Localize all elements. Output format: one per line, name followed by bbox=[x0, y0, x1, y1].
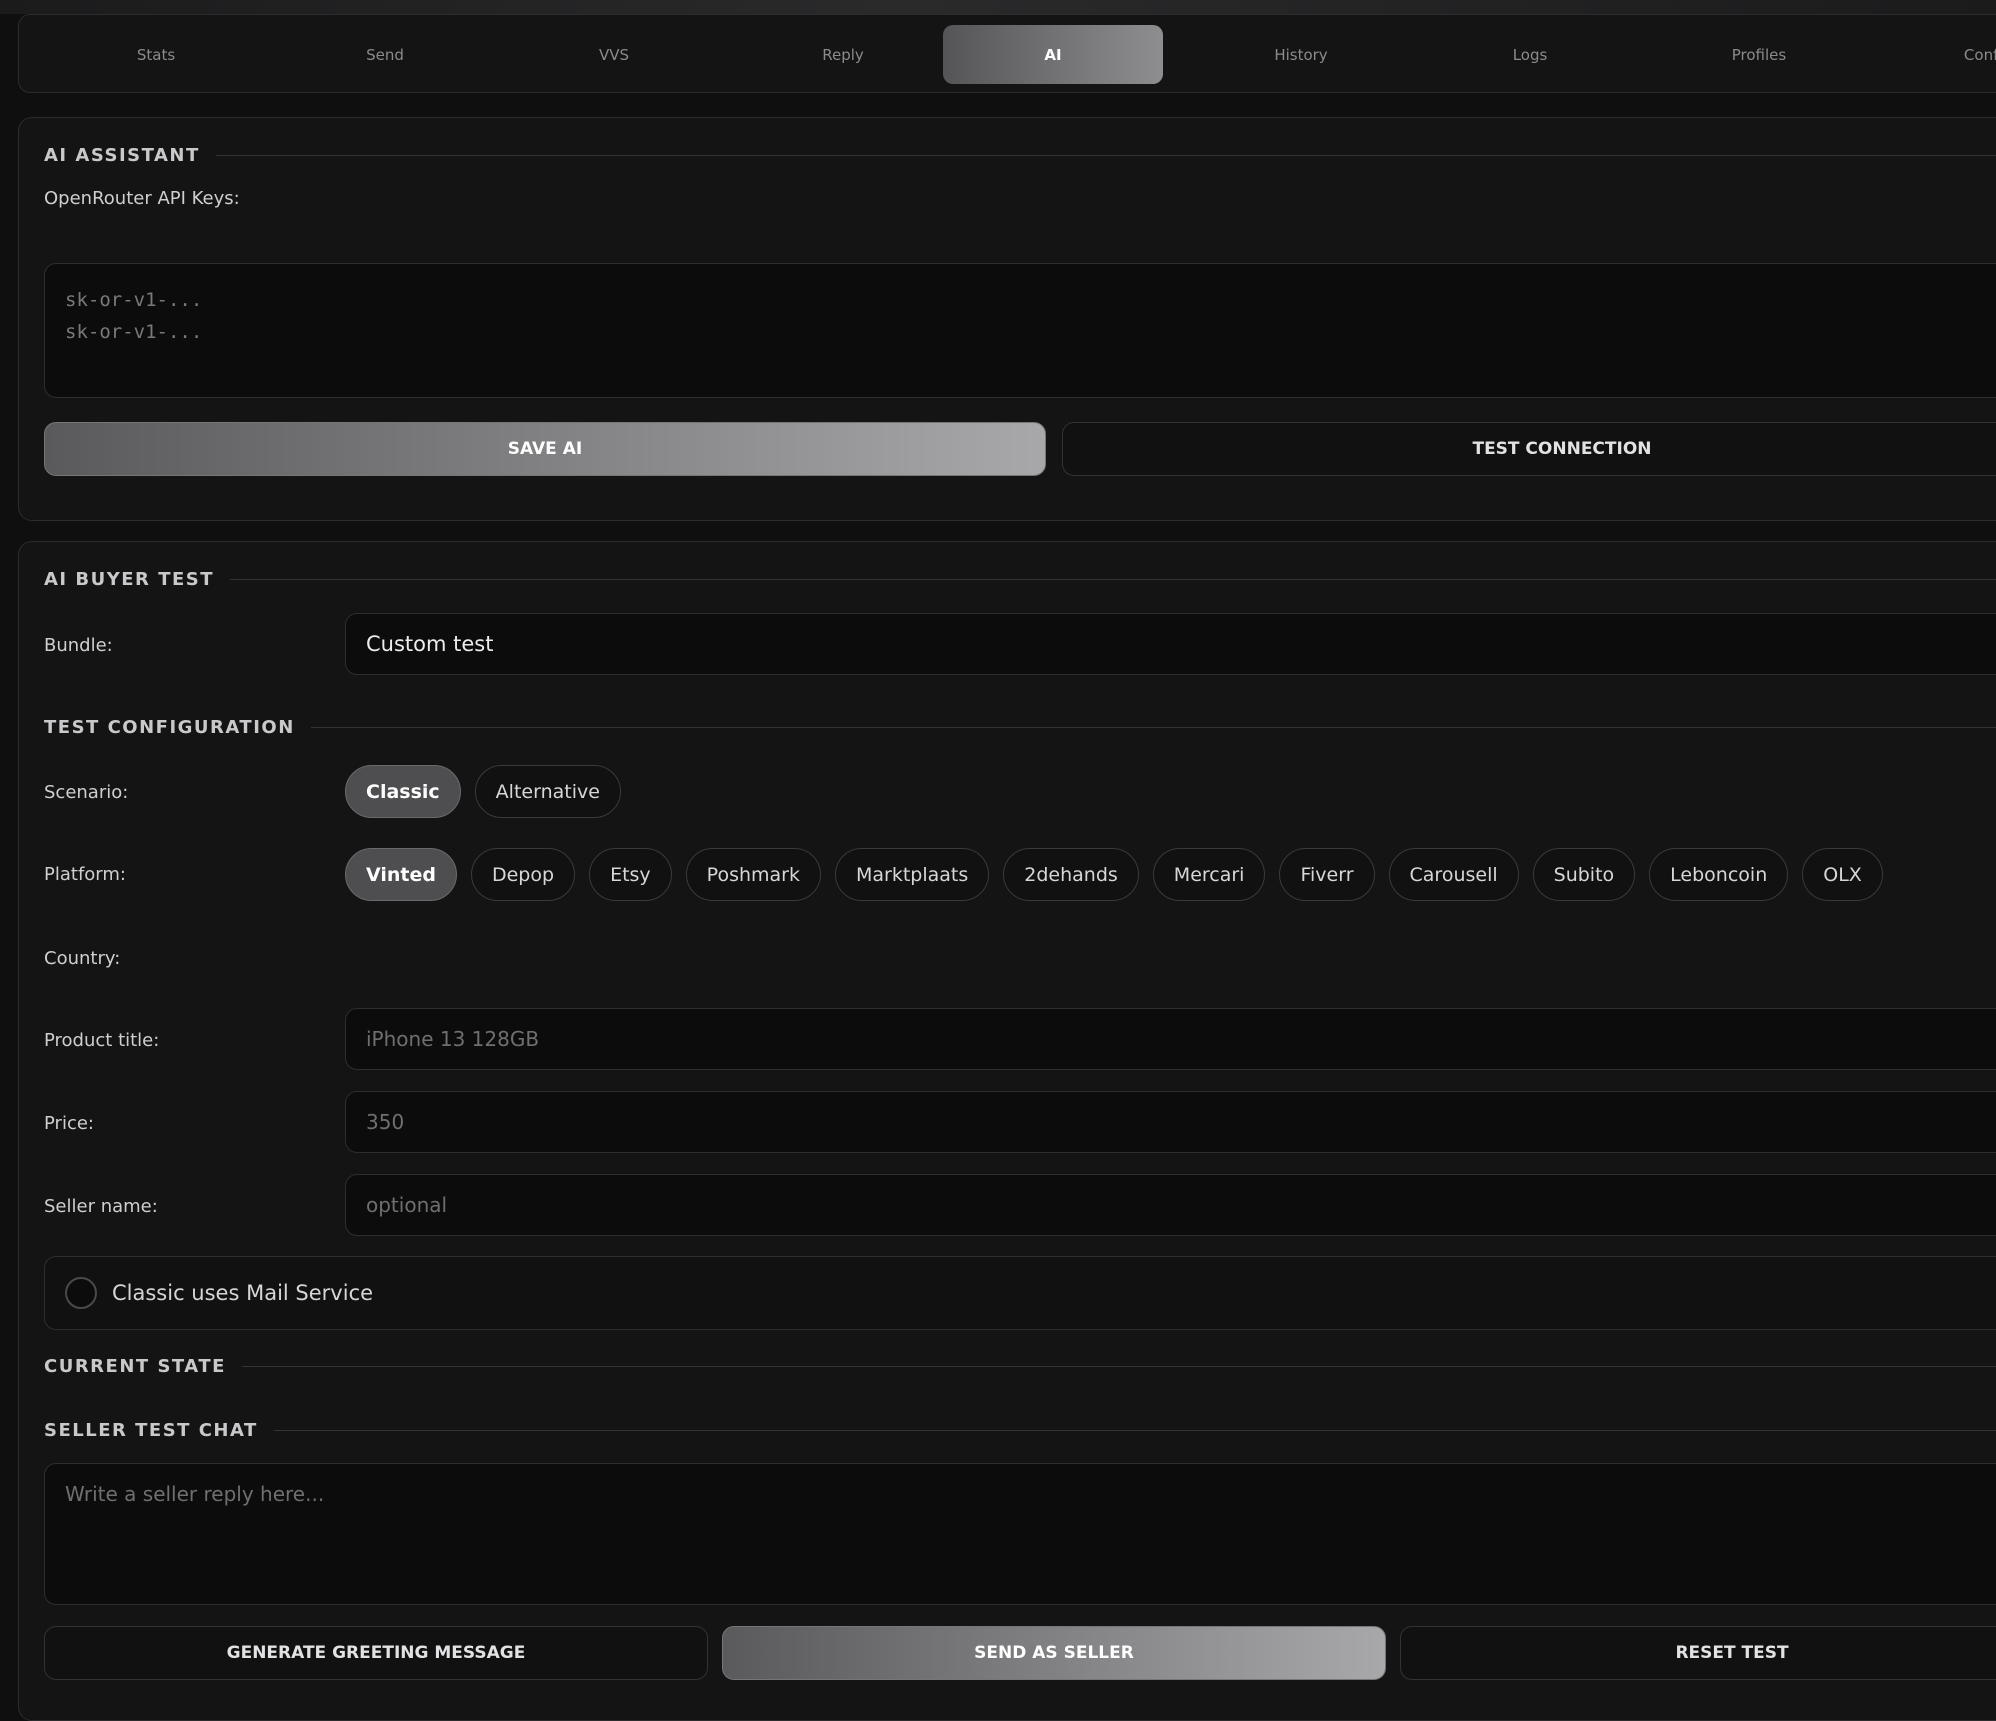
tab-bar: Stats Send VVS Reply AI History Logs Pro… bbox=[18, 14, 1996, 93]
divider bbox=[310, 727, 1996, 728]
ai-buyer-test-panel: AI BUYER TEST Bundle: Custom test TEST C… bbox=[18, 541, 1996, 1721]
save-ai-button[interactable]: SAVE AI bbox=[44, 422, 1046, 476]
scenario-chip-alternative[interactable]: Alternative bbox=[474, 765, 621, 818]
platform-chip-carousell[interactable]: Carousell bbox=[1388, 848, 1519, 901]
mail-service-label: Classic uses Mail Service bbox=[112, 1281, 374, 1305]
tab-stats[interactable]: Stats bbox=[46, 25, 266, 84]
platform-chip-fiverr[interactable]: Fiverr bbox=[1279, 848, 1375, 901]
platform-options: Vinted Depop Etsy Poshmark Marktplaats 2… bbox=[345, 848, 1883, 901]
seller-reply-placeholder: Write a seller reply here... bbox=[65, 1482, 325, 1506]
ai-buyer-test-heading: AI BUYER TEST bbox=[44, 569, 1996, 590]
ai-assistant-panel: AI ASSISTANT OpenRouter API Keys: sk-or-… bbox=[18, 117, 1996, 521]
platform-chip-mercari[interactable]: Mercari bbox=[1152, 848, 1266, 901]
bundle-label: Bundle: bbox=[44, 635, 113, 656]
scenario-options: Classic Alternative bbox=[345, 765, 621, 818]
platform-chip-olx[interactable]: OLX bbox=[1802, 848, 1883, 901]
scenario-label: Scenario: bbox=[44, 782, 129, 803]
tab-vvs[interactable]: VVS bbox=[504, 25, 724, 84]
product-title-label: Product title: bbox=[44, 1030, 160, 1051]
platform-chip-etsy[interactable]: Etsy bbox=[589, 848, 672, 901]
reset-test-button[interactable]: RESET TEST bbox=[1400, 1626, 1996, 1680]
tab-profiles[interactable]: Profiles bbox=[1649, 25, 1869, 84]
api-key-placeholder-line: sk-or-v1-... bbox=[65, 321, 203, 343]
divider bbox=[241, 1366, 1996, 1367]
platform-chip-leboncoin[interactable]: Leboncoin bbox=[1649, 848, 1789, 901]
send-as-seller-button[interactable]: SEND AS SELLER bbox=[722, 1626, 1386, 1680]
divider bbox=[273, 1430, 1996, 1431]
platform-chip-marktplaats[interactable]: Marktplaats bbox=[834, 848, 990, 901]
tab-logs[interactable]: Logs bbox=[1420, 25, 1640, 84]
country-label: Country: bbox=[44, 948, 121, 969]
test-connection-button[interactable]: TEST CONNECTION bbox=[1062, 422, 1996, 476]
tab-reply[interactable]: Reply bbox=[733, 25, 953, 84]
tab-send[interactable]: Send bbox=[275, 25, 495, 84]
divider bbox=[230, 579, 1996, 580]
api-keys-textarea[interactable]: sk-or-v1-... sk-or-v1-... bbox=[44, 263, 1996, 398]
platform-label: Platform: bbox=[44, 864, 126, 885]
current-state-heading: CURRENT STATE bbox=[44, 1356, 1996, 1377]
product-title-input[interactable]: iPhone 13 128GB bbox=[345, 1008, 1996, 1070]
window-top-strip bbox=[0, 0, 1996, 14]
price-input[interactable]: 350 bbox=[345, 1091, 1996, 1153]
mail-service-option[interactable]: Classic uses Mail Service bbox=[44, 1256, 1996, 1330]
bundle-select[interactable]: Custom test bbox=[345, 613, 1996, 675]
tab-config[interactable]: Config bbox=[1878, 25, 1996, 84]
platform-chip-vinted[interactable]: Vinted bbox=[345, 848, 457, 901]
mail-service-checkbox[interactable] bbox=[65, 1277, 97, 1309]
divider bbox=[215, 155, 1996, 156]
platform-chip-depop[interactable]: Depop bbox=[470, 848, 576, 901]
price-label: Price: bbox=[44, 1113, 94, 1134]
platform-chip-subito[interactable]: Subito bbox=[1532, 848, 1636, 901]
tab-ai[interactable]: AI bbox=[943, 25, 1163, 84]
seller-name-label: Seller name: bbox=[44, 1196, 158, 1217]
platform-chip-2dehands[interactable]: 2dehands bbox=[1003, 848, 1139, 901]
platform-chip-poshmark[interactable]: Poshmark bbox=[685, 848, 821, 901]
api-keys-label: OpenRouter API Keys: bbox=[44, 188, 240, 209]
scenario-chip-classic[interactable]: Classic bbox=[345, 765, 461, 818]
seller-name-input[interactable]: optional bbox=[345, 1174, 1996, 1236]
ai-assistant-heading: AI ASSISTANT bbox=[44, 145, 1996, 166]
tab-history[interactable]: History bbox=[1191, 25, 1411, 84]
generate-greeting-button[interactable]: GENERATE GREETING MESSAGE bbox=[44, 1626, 708, 1680]
api-key-placeholder-line: sk-or-v1-... bbox=[65, 289, 203, 311]
seller-test-chat-heading: SELLER TEST CHAT bbox=[44, 1420, 1996, 1441]
seller-reply-textarea[interactable]: Write a seller reply here... bbox=[44, 1463, 1996, 1605]
test-configuration-heading: TEST CONFIGURATION bbox=[44, 717, 1996, 738]
